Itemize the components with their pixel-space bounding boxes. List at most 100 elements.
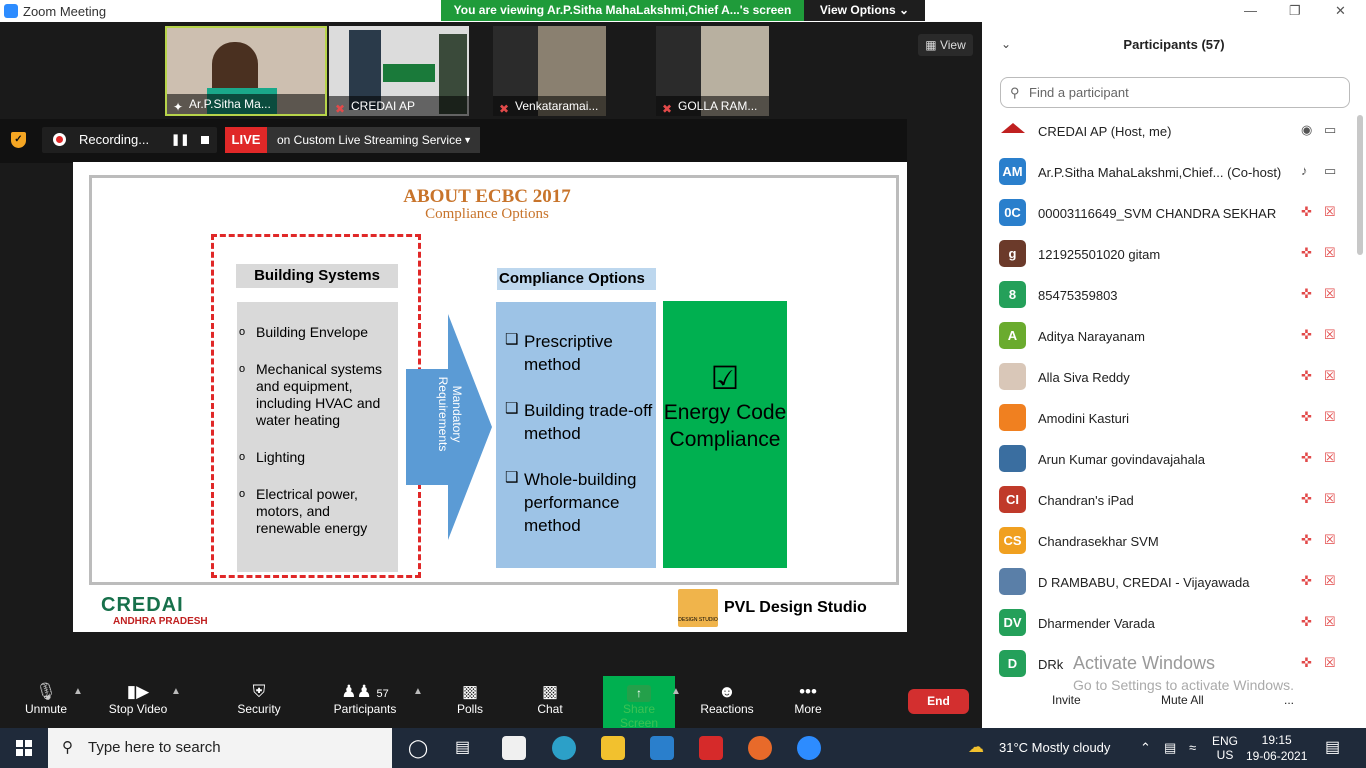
zoom-icon[interactable] (797, 736, 821, 760)
credai-logo: CREDAI (101, 594, 184, 616)
live-badge[interactable]: LIVE (225, 127, 267, 153)
chat-button[interactable]: ▩ Chat (533, 676, 567, 728)
tray-chevron-icon[interactable]: ⌃ (1140, 728, 1151, 768)
participants-panel: — ❐ ✕ ⌄ Participants (57) ⚲ Find a partic… (982, 0, 1366, 728)
video-thumbnail[interactable]: ✦ Ar.P.Sitha Ma... (165, 26, 327, 116)
mic-muted-icon[interactable]: ✜ (1301, 491, 1312, 507)
more-button[interactable]: ••• More (789, 676, 827, 728)
video-camera-icon[interactable]: ▭ (1324, 122, 1336, 138)
end-meeting-button[interactable]: End (908, 689, 969, 714)
video-off-icon[interactable]: ☒ (1324, 286, 1336, 302)
video-off-icon[interactable]: ☒ (1324, 655, 1336, 671)
live-stream-menu[interactable]: on Custom Live Streaming Service ▼ (267, 127, 480, 153)
video-thumbnail[interactable]: ✖ CREDAI AP (329, 26, 469, 116)
store-icon[interactable] (502, 736, 526, 760)
view-options-button[interactable]: View Options ⌄ (804, 0, 925, 21)
notifications-icon[interactable]: ▤ (1325, 728, 1340, 768)
participant-row[interactable]: g 121925501020 gitam ✜ ☒ (982, 234, 1352, 275)
share-screen-button[interactable]: ↑ Share Screen (603, 676, 675, 730)
participant-row[interactable]: Amodini Kasturi ✜ ☒ (982, 398, 1352, 439)
participant-row[interactable]: A Aditya Narayanam ✜ ☒ (982, 316, 1352, 357)
minimize-button[interactable]: — (1244, 3, 1257, 18)
clock[interactable]: 19:15 19-06-2021 (1246, 732, 1307, 764)
acrobat-icon[interactable] (699, 736, 723, 760)
more-options-button[interactable]: ... (1284, 693, 1294, 707)
stop-recording-button[interactable] (201, 136, 209, 144)
video-off-icon[interactable]: ☒ (1324, 491, 1336, 507)
file-explorer-icon[interactable] (601, 736, 625, 760)
mic-muted-icon[interactable]: ✜ (1301, 245, 1312, 261)
list-item: Prescriptive method (505, 328, 656, 376)
mic-muted-icon[interactable]: ✜ (1301, 286, 1312, 302)
mic-muted-icon[interactable]: ✜ (1301, 573, 1312, 589)
stop-video-button[interactable]: ▮▶ Stop Video (104, 676, 172, 728)
maximize-button[interactable]: ❐ (1289, 3, 1301, 19)
invite-button[interactable]: Invite (1052, 693, 1081, 707)
video-thumbnail[interactable]: ✖ GOLLA RAM... (656, 26, 769, 116)
mic-muted-icon[interactable]: ✜ (1301, 327, 1312, 343)
task-view-icon[interactable]: ▤ (455, 728, 470, 768)
video-off-icon[interactable]: ☒ (1324, 368, 1336, 384)
panel-scrollbar[interactable] (1357, 115, 1363, 255)
video-off-icon[interactable]: ☒ (1324, 573, 1336, 589)
input-language[interactable]: ENG US (1212, 734, 1238, 762)
network-icon[interactable]: ▤ (1164, 728, 1176, 768)
mic-muted-icon[interactable]: ✜ (1301, 532, 1312, 548)
participant-row[interactable]: CREDAI AP (Host, me) ◉ ▭ (982, 111, 1352, 152)
participants-button[interactable]: ♟♟ 57 Participants (331, 676, 399, 728)
mic-icon[interactable]: ◉ (1301, 122, 1312, 138)
participant-row[interactable]: CI Chandran's iPad ✜ ☒ (982, 480, 1352, 521)
search-placeholder: Find a participant (1029, 85, 1129, 100)
windows-start-button[interactable] (16, 740, 32, 756)
participant-row[interactable]: Alla Siva Reddy ✜ ☒ (982, 357, 1352, 398)
video-off-icon[interactable]: ☒ (1324, 327, 1336, 343)
encryption-shield-icon[interactable]: ✓ (11, 132, 26, 148)
chevron-up-icon[interactable]: ▲ (171, 686, 181, 697)
video-off-icon[interactable]: ☒ (1324, 409, 1336, 425)
reactions-button[interactable]: ☻ Reactions (700, 676, 754, 728)
mail-icon[interactable] (650, 736, 674, 760)
windows-taskbar: ⚲ Type here to search ◯ ▤ ☁ 31°C Mostly c… (0, 728, 1366, 768)
zoom-app-icon (4, 4, 18, 18)
video-camera-icon[interactable]: ▭ (1324, 163, 1336, 179)
participant-row[interactable]: AM Ar.P.Sitha MahaLakshmi,Chief... (Co-ho… (982, 152, 1352, 193)
participant-row[interactable]: Arun Kumar govindavajahala ✜ ☒ (982, 439, 1352, 480)
close-button[interactable]: ✕ (1335, 3, 1346, 19)
participant-row[interactable]: 0C 00003116649_SVM CHANDRA SEKHAR ✜ ☒ (982, 193, 1352, 234)
edge-icon[interactable] (552, 736, 576, 760)
mic-muted-icon[interactable]: ✜ (1301, 614, 1312, 630)
video-off-icon[interactable]: ☒ (1324, 245, 1336, 261)
mic-icon[interactable]: ♪ (1301, 163, 1308, 178)
polls-button[interactable]: ▩ Polls (451, 676, 489, 728)
firefox-icon[interactable] (748, 736, 772, 760)
participant-search-input[interactable]: ⚲ Find a participant (1000, 77, 1350, 108)
participant-row[interactable]: CS Chandrasekhar SVM ✜ ☒ (982, 521, 1352, 562)
wifi-icon[interactable]: ≈ (1189, 728, 1196, 768)
chevron-up-icon[interactable]: ▲ (671, 686, 681, 697)
mic-muted-icon[interactable]: ✜ (1301, 368, 1312, 384)
mic-muted-icon[interactable]: ✜ (1301, 450, 1312, 466)
chevron-up-icon[interactable]: ▲ (413, 686, 423, 697)
taskbar-search-input[interactable]: ⚲ Type here to search (48, 728, 392, 768)
unmute-button[interactable]: 🎙 Unmute (18, 676, 74, 728)
participant-row[interactable]: D RAMBABU, CREDAI - Vijayawada ✜ ☒ (982, 562, 1352, 603)
video-off-icon[interactable]: ☒ (1324, 614, 1336, 630)
participant-row[interactable]: DV Dharmender Varada ✜ ☒ (982, 603, 1352, 644)
weather-text[interactable]: 31°C Mostly cloudy (999, 728, 1110, 768)
video-off-icon[interactable]: ☒ (1324, 450, 1336, 466)
cortana-icon[interactable]: ◯ (408, 728, 428, 768)
video-off-icon[interactable]: ☒ (1324, 204, 1336, 220)
chevron-up-icon[interactable]: ▲ (73, 686, 83, 697)
mic-muted-icon[interactable]: ✜ (1301, 204, 1312, 220)
pause-recording-button[interactable]: ❚❚ (171, 133, 189, 146)
security-button[interactable]: ⛨ Security (232, 676, 286, 728)
avatar: AM (999, 158, 1026, 185)
participant-row[interactable]: 8 85475359803 ✜ ☒ (982, 275, 1352, 316)
mute-all-button[interactable]: Mute All (1161, 693, 1204, 707)
mic-muted-icon[interactable]: ✜ (1301, 409, 1312, 425)
mic-muted-icon[interactable]: ✜ (1301, 655, 1312, 671)
video-off-icon[interactable]: ☒ (1324, 532, 1336, 548)
video-thumbnail[interactable]: ✖ Venkataramai... (493, 26, 606, 116)
view-layout-button[interactable]: ▦ View (918, 34, 973, 56)
pin-icon: ✦ (173, 100, 184, 114)
